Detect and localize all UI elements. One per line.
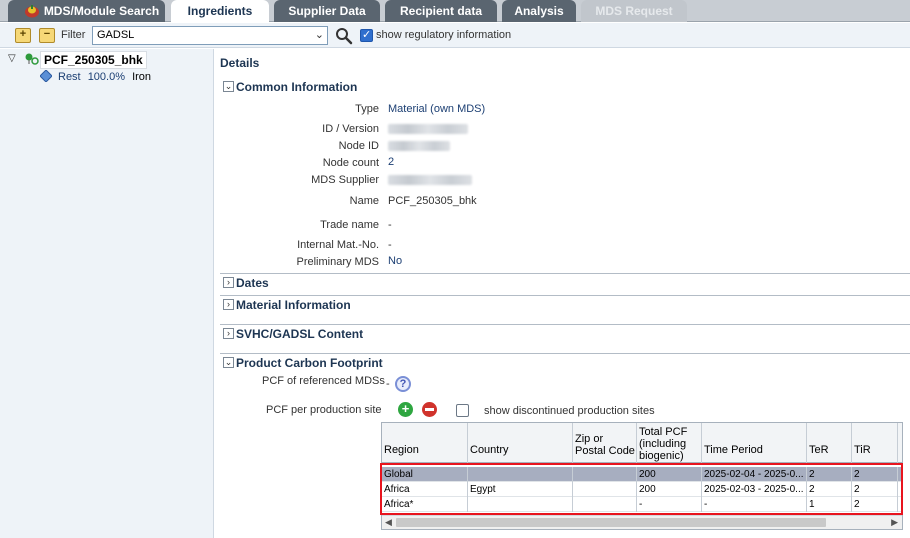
plus-icon: + [19, 28, 27, 40]
tab-supplier-data[interactable]: Supplier Data [274, 0, 380, 22]
tab-label: MDS/Module Search [43, 4, 160, 18]
filter-select[interactable]: GADSL ⌄ [92, 26, 328, 45]
minus-icon: − [43, 28, 51, 40]
tree-collapse-icon[interactable]: ▽ [8, 53, 16, 64]
scroll-left-icon[interactable]: ◀ [385, 517, 392, 528]
expand-all-button[interactable]: + [15, 28, 31, 43]
tab-mds-request: MDS Request [581, 0, 687, 22]
tab-recipient-data[interactable]: Recipient data [385, 0, 497, 22]
chevron-right-icon[interactable]: › [223, 328, 234, 339]
col-country[interactable]: Country [468, 423, 573, 463]
internal-mat-value: - [388, 239, 392, 251]
show-regulatory-checkbox[interactable] [360, 28, 373, 42]
chevron-right-icon[interactable]: › [223, 299, 234, 310]
pcf-referenced-label: PCF of referenced MDSs [262, 375, 385, 387]
mds-supplier-label: MDS Supplier [311, 174, 379, 186]
remove-production-site-button[interactable] [422, 402, 437, 417]
child-name: Rest [58, 71, 81, 83]
id-version-label: ID / Version [322, 123, 379, 135]
ingredient-tree: ▽ PCF_250305_bhk Rest 100.0% Iron [0, 49, 214, 538]
show-discontinued-checkbox[interactable] [456, 404, 469, 417]
col-zip[interactable]: Zip or Postal Code [573, 423, 637, 463]
chevron-down-icon[interactable]: ⌄ [223, 81, 234, 92]
chevron-right-icon[interactable]: › [223, 277, 234, 288]
tab-bar: MDS/Module Search Ingredients Supplier D… [0, 0, 910, 23]
preliminary-label: Preliminary MDS [296, 256, 379, 268]
preliminary-value: No [388, 255, 403, 267]
scroll-right-icon[interactable]: ▶ [891, 517, 898, 528]
section-title: Dates [236, 276, 269, 290]
name-label: Name [349, 195, 379, 207]
name-value: PCF_250305_bhk [388, 195, 477, 207]
type-label: Type [355, 103, 379, 115]
details-panel: Details ⌄ Common Information Type Materi… [215, 49, 910, 538]
col-region-label: Region [384, 444, 419, 456]
trade-name-label: Trade name [320, 219, 379, 231]
horizontal-scrollbar[interactable]: ◀ ▶ [382, 515, 902, 529]
col-total-label: Total PCF (including biogenic) [639, 426, 688, 462]
add-production-site-button[interactable]: + [398, 402, 413, 417]
section-title: Material Information [236, 298, 351, 312]
tree-child-node[interactable]: Rest 100.0% Iron [58, 71, 151, 83]
child-percent: 100.0% [87, 71, 125, 83]
chevron-down-icon: ⌄ [314, 29, 324, 41]
show-discontinued-label: show discontinued production sites [484, 405, 655, 417]
trade-name-value: - [388, 219, 392, 231]
help-icon[interactable]: ? [395, 376, 411, 392]
chevron-down-icon[interactable]: ⌄ [223, 357, 234, 368]
col-tir[interactable]: TiR [852, 423, 898, 463]
child-material: Iron [132, 71, 152, 83]
node-count-label: Node count [322, 157, 379, 169]
filter-label: Filter [61, 29, 86, 41]
tree-root-node[interactable]: PCF_250305_bhk [40, 51, 147, 69]
tab-label: Supplier Data [288, 4, 366, 18]
details-title: Details [220, 56, 260, 70]
section-title: SVHC/GADSL Content [236, 327, 364, 341]
col-ter[interactable]: TeR [807, 423, 852, 463]
section-title: Common Information [236, 80, 358, 94]
toolbar: + − Filter GADSL ⌄ show regulatory infor… [0, 23, 910, 48]
filter-value: GADSL [97, 29, 135, 41]
section-dates[interactable]: › Dates [220, 273, 910, 291]
tab-label: Ingredients [187, 4, 253, 18]
col-region[interactable]: Region [382, 423, 468, 463]
col-total-pcf[interactable]: Total PCF (including biogenic) [637, 423, 702, 463]
tab-mds-module-search[interactable]: MDS/Module Search [8, 0, 165, 22]
app-logo-icon [25, 5, 39, 18]
node-id-label: Node ID [338, 140, 379, 152]
section-title: Product Carbon Footprint [236, 356, 383, 370]
section-material-information[interactable]: › Material Information [220, 295, 910, 313]
id-version-redacted [388, 124, 468, 134]
node-id-redacted [388, 141, 450, 151]
section-svhc-gadsl[interactable]: › SVHC/GADSL Content [220, 324, 910, 342]
tab-label: Analysis [514, 4, 564, 18]
col-country-label: Country [470, 444, 509, 456]
material-node-icon [25, 53, 39, 65]
collapse-all-button[interactable]: − [39, 28, 55, 43]
tab-analysis[interactable]: Analysis [502, 0, 576, 22]
col-ter-label: TeR [809, 444, 829, 456]
tab-ingredients[interactable]: Ingredients [171, 0, 269, 23]
internal-mat-label: Internal Mat.-No. [297, 239, 379, 251]
pcf-referenced-value: - [386, 378, 390, 390]
col-tir-label: TiR [854, 444, 871, 456]
table-header: Region Country Zip or Postal Code Total … [382, 423, 902, 463]
section-common-information[interactable]: ⌄ Common Information [220, 78, 910, 96]
pcf-per-site-label: PCF per production site [266, 404, 382, 416]
show-regulatory-label: show regulatory information [376, 29, 512, 41]
substance-icon [40, 70, 52, 82]
type-value: Material (own MDS) [388, 103, 486, 115]
tab-label: MDS Request [595, 4, 673, 18]
scrollbar-thumb[interactable] [396, 518, 826, 527]
search-icon[interactable] [335, 27, 353, 45]
col-zip-label: Zip or Postal Code [575, 433, 635, 457]
col-period-label: Time Period [704, 444, 763, 456]
highlight-box [380, 463, 903, 515]
node-count-value: 2 [388, 156, 395, 168]
section-product-carbon-footprint[interactable]: ⌄ Product Carbon Footprint [220, 353, 910, 371]
col-time-period[interactable]: Time Period [702, 423, 807, 463]
tab-label: Recipient data [399, 4, 483, 18]
mds-supplier-redacted [388, 175, 472, 185]
